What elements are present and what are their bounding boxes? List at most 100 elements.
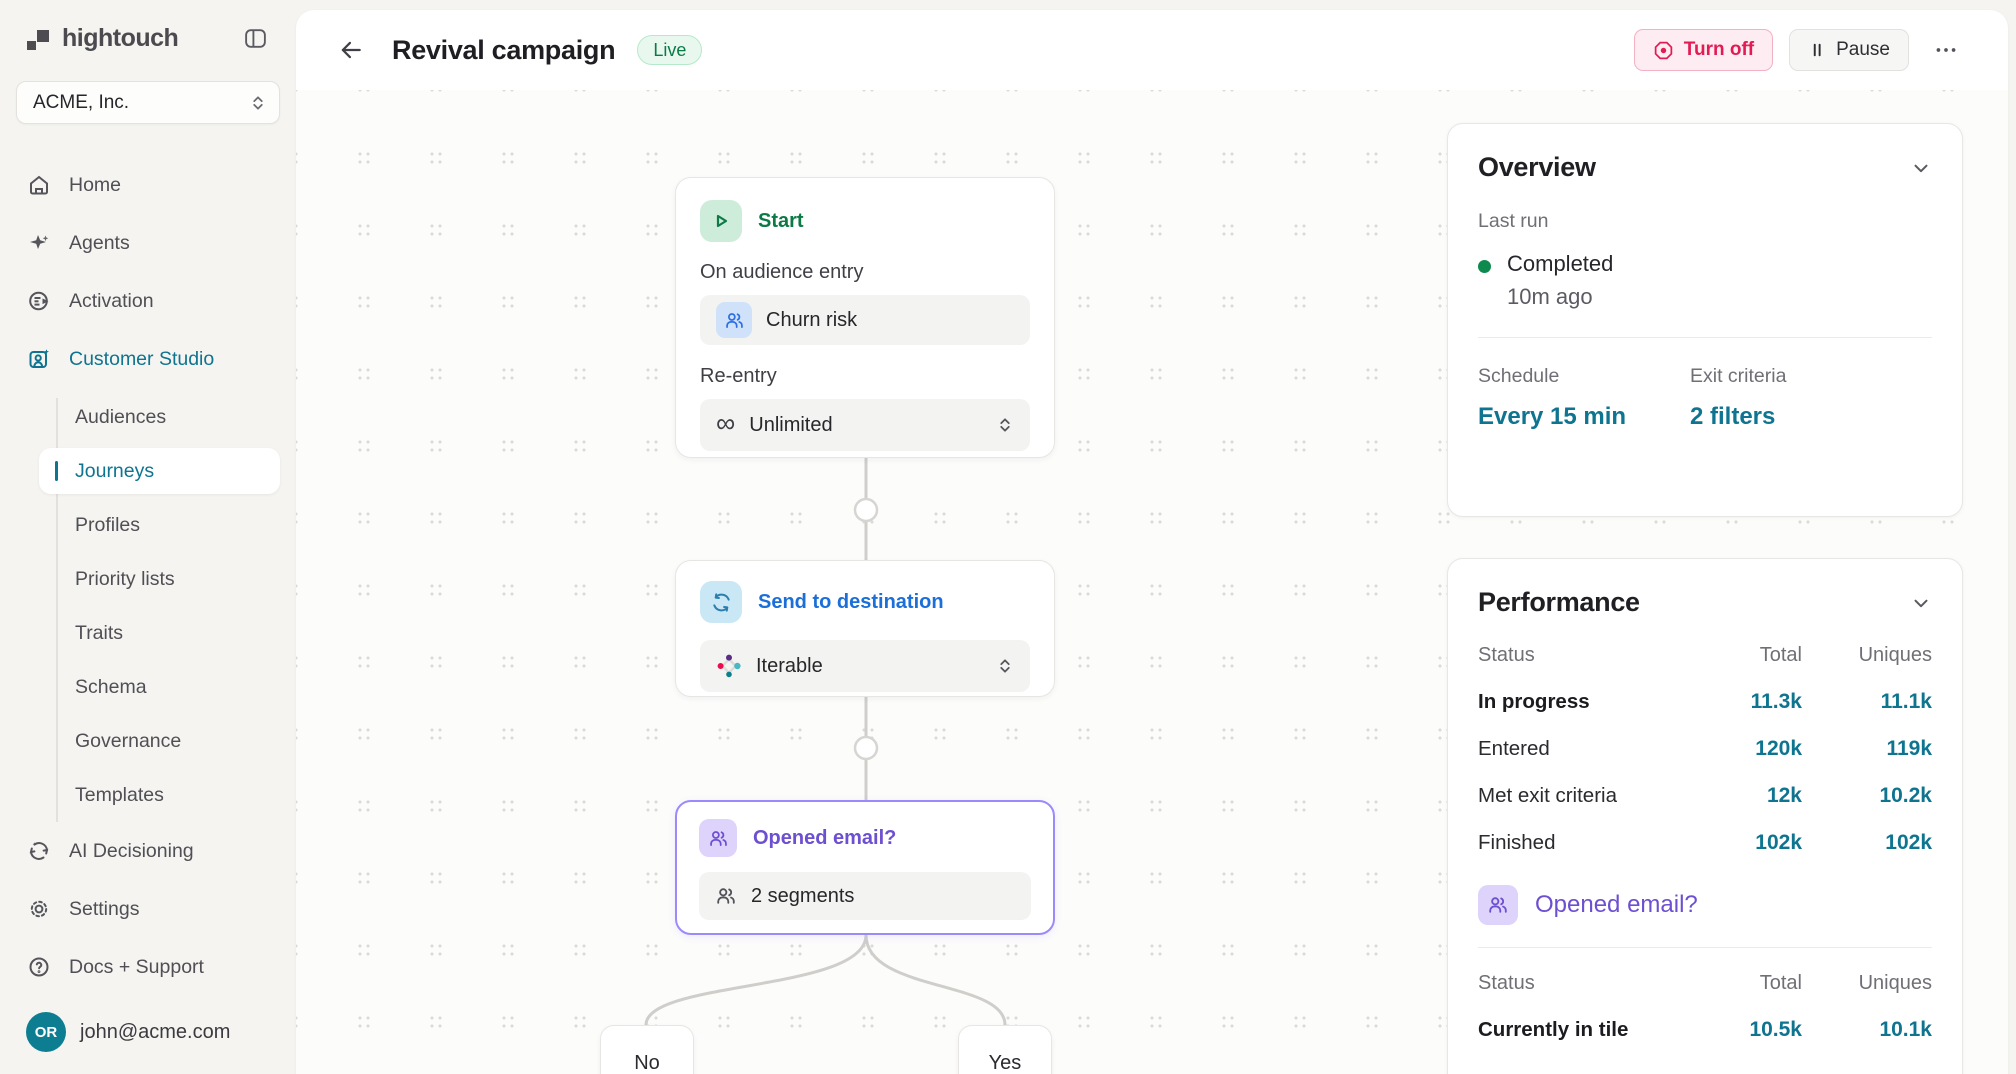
- sub-item-label: Templates: [75, 784, 164, 807]
- logo-row: hightouch: [16, 16, 280, 55]
- account-menu[interactable]: OR john@acme.com: [16, 1008, 280, 1056]
- sidebar-item-customer-studio[interactable]: Customer Studio: [16, 334, 280, 384]
- sub-item-label: Traits: [75, 622, 123, 645]
- sidebar-item-docs-support[interactable]: Docs + Support: [16, 942, 280, 992]
- schedule-value-link[interactable]: Every 15 min: [1478, 403, 1690, 431]
- sidebar-item-activation[interactable]: Activation: [16, 276, 280, 326]
- destination-value: Iterable: [756, 655, 823, 678]
- sidebar-item-traits[interactable]: Traits: [39, 610, 280, 656]
- tile-performance-header[interactable]: Opened email?: [1478, 885, 1932, 925]
- sub-item-label: Governance: [75, 730, 181, 753]
- question-circle-icon: [26, 955, 52, 979]
- sub-item-label: Schema: [75, 676, 147, 699]
- node-send-to-destination[interactable]: Send to destination Iterable: [675, 560, 1055, 697]
- table-row: Finished 102k 102k: [1478, 831, 1932, 855]
- performance-table: Status Total Uniques In progress 11.3k 1…: [1478, 644, 1932, 855]
- chevron-down-icon[interactable]: [1910, 592, 1932, 614]
- more-menu-icon[interactable]: [1927, 31, 1965, 69]
- branch-yes-label: Yes: [989, 1052, 1022, 1074]
- table-header-row: Status Total Uniques: [1478, 972, 1932, 995]
- tile-title: Opened email?: [1535, 891, 1698, 919]
- secondary-nav: AI Decisioning Settings Docs + Support O…: [16, 826, 280, 1056]
- sidebar-item-profiles[interactable]: Profiles: [39, 502, 280, 548]
- last-run-label: Last run: [1478, 210, 1932, 233]
- node-start[interactable]: Start On audience entry Churn risk Re-en…: [675, 177, 1055, 458]
- destination-select[interactable]: Iterable: [700, 640, 1030, 692]
- page-title: Revival campaign: [392, 35, 615, 66]
- overview-title: Overview: [1478, 152, 1910, 183]
- audience-users-icon: [716, 302, 752, 338]
- back-arrow-icon[interactable]: [334, 33, 368, 67]
- sub-item-label: Audiences: [75, 406, 166, 429]
- divider: [1478, 337, 1932, 338]
- reentry-label: Re-entry: [700, 365, 1030, 388]
- users-icon: [715, 885, 737, 907]
- sidebar-item-label: Agents: [69, 232, 130, 255]
- branch-no-node[interactable]: No: [600, 1025, 694, 1074]
- play-icon: [700, 200, 742, 242]
- sidebar-item-settings[interactable]: Settings: [16, 884, 280, 934]
- row-label: Met exit criteria: [1478, 784, 1692, 808]
- row-total: 10.5k: [1692, 1018, 1802, 1042]
- account-email: john@acme.com: [80, 1021, 230, 1044]
- performance-card: Performance Status Total Uniques In prog…: [1447, 558, 1963, 1074]
- sub-item-label: Journeys: [75, 460, 154, 483]
- workspace-switcher[interactable]: ACME, Inc.: [16, 81, 280, 124]
- row-uniques: 119k: [1802, 737, 1932, 761]
- iterable-logo-icon: [716, 653, 742, 679]
- sidebar-item-ai-decisioning[interactable]: AI Decisioning: [16, 826, 280, 876]
- col-uniques: Uniques: [1802, 644, 1932, 667]
- segments-chip[interactable]: 2 segments: [699, 872, 1031, 920]
- sidebar-item-templates[interactable]: Templates: [39, 772, 280, 818]
- sub-item-label: Profiles: [75, 514, 140, 537]
- row-uniques: 102k: [1802, 831, 1932, 855]
- sidebar-item-label: Home: [69, 174, 121, 197]
- sidebar-item-governance[interactable]: Governance: [39, 718, 280, 764]
- sidebar-item-audiences[interactable]: Audiences: [39, 394, 280, 440]
- sidebar-item-home[interactable]: Home: [16, 160, 280, 210]
- row-total: 11.3k: [1692, 690, 1802, 714]
- customer-studio-subnav: Audiences Journeys Profiles Priority lis…: [39, 394, 280, 826]
- run-status-text: Completed: [1507, 251, 1613, 277]
- sidebar-collapse-icon[interactable]: [239, 22, 272, 55]
- sidebar-item-agents[interactable]: Agents: [16, 218, 280, 268]
- performance-title: Performance: [1478, 587, 1910, 618]
- sync-arrows-icon: [700, 581, 742, 623]
- primary-nav: Home Agents Activation Customer Studio A…: [16, 160, 280, 826]
- turn-off-button[interactable]: Turn off: [1634, 29, 1773, 71]
- reentry-value: Unlimited: [749, 414, 832, 437]
- sidebar-item-priority-lists[interactable]: Priority lists: [39, 556, 280, 602]
- page-header: Revival campaign Live Turn off Pause: [296, 10, 2008, 90]
- segments-users-icon: [1478, 885, 1518, 925]
- pause-button[interactable]: Pause: [1789, 29, 1909, 71]
- row-label: Finished: [1478, 831, 1692, 855]
- exit-criteria-label: Exit criteria: [1690, 365, 1786, 388]
- sidebar-item-schema[interactable]: Schema: [39, 664, 280, 710]
- col-total: Total: [1692, 972, 1802, 995]
- branch-yes-node[interactable]: Yes: [958, 1025, 1052, 1074]
- tile-table: Status Total Uniques Currently in tile 1…: [1478, 972, 1932, 1042]
- reentry-select[interactable]: ∞ Unlimited: [700, 399, 1030, 451]
- node-opened-email[interactable]: Opened email? 2 segments: [675, 800, 1055, 935]
- last-run-status: Completed 10m ago: [1478, 251, 1932, 310]
- customer-studio-icon: [26, 347, 52, 371]
- home-icon: [26, 173, 52, 197]
- chevron-down-icon[interactable]: [1910, 157, 1932, 179]
- sidebar-item-label: Docs + Support: [69, 956, 204, 979]
- exit-criteria-link[interactable]: 2 filters: [1690, 403, 1786, 431]
- audience-chip[interactable]: Churn risk: [700, 295, 1030, 345]
- row-uniques: 11.1k: [1802, 690, 1932, 714]
- overview-card: Overview Last run Completed 10m ago Sche…: [1447, 123, 1963, 517]
- row-label: Currently in tile: [1478, 1018, 1692, 1042]
- col-total: Total: [1692, 644, 1802, 667]
- schedule-label: Schedule: [1478, 365, 1690, 388]
- col-status: Status: [1478, 972, 1692, 995]
- gear-icon: [26, 897, 52, 921]
- table-row: Met exit criteria 12k 10.2k: [1478, 784, 1932, 808]
- sidebar-item-journeys[interactable]: Journeys: [39, 448, 280, 494]
- hightouch-logo-icon: [26, 26, 52, 52]
- row-total: 102k: [1692, 831, 1802, 855]
- branch-no-label: No: [634, 1052, 660, 1074]
- row-uniques: 10.1k: [1802, 1018, 1932, 1042]
- audience-name: Churn risk: [766, 309, 857, 332]
